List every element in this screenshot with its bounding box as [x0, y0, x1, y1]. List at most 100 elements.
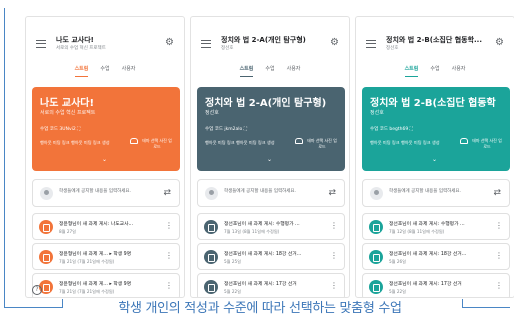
upload-photo-icon[interactable] [295, 138, 303, 144]
banner-subtitle: 서로의 수업 혁신 프로젝트 [40, 110, 96, 116]
upload-photo-icon[interactable] [460, 138, 468, 144]
post-date: 7월 21일 (7월 21일에 수정됨) [59, 259, 115, 264]
tab-stream[interactable]: 스트림 [74, 65, 89, 77]
meet-links[interactable]: 행아웃 미팅 링크 행아웃 미팅 링크 생성 [40, 140, 110, 146]
gear-icon[interactable]: ⚙ [495, 38, 504, 48]
banner-subtitle: 정선호 [205, 110, 219, 116]
banner-subtitle: 정선호 [370, 110, 384, 116]
post-title[interactable]: 정선호님이 새 과제 게시: 수행평가 ... [224, 220, 300, 227]
chevron-down-icon[interactable]: ⌄ [432, 156, 437, 163]
class-banner: 나도 교사다! 서로의 수업 혁신 프로젝트수업 코드 3UNvi2 ⛶ 행아웃 미… [32, 87, 180, 171]
gear-icon[interactable]: ⚙ [330, 38, 339, 48]
assignment-icon [204, 280, 218, 294]
stream-post[interactable]: 정윤형님이 새 과제 게... ▸ 학생 9명 7월 21일 (7월 21일에 수… [32, 243, 180, 270]
meet-links[interactable]: 행아웃 미팅 링크 행아웃 미팅 링크 생성 [370, 140, 440, 146]
hamburger-menu-icon[interactable] [201, 40, 211, 48]
class-banner: 정치와 법 2-A(개인 탐구형) 정선호 수업 코드 jkm2alo ⛶ 행아웃 미… [197, 87, 345, 171]
frame-line-bottom-right [462, 307, 510, 308]
announcement-box[interactable]: 학생들에게 공지할 내용을 입력하세요. ⇄ [197, 179, 345, 207]
class-title: 정치와 법 2-B(소집단 협동학... [386, 36, 482, 44]
stream-post[interactable]: 정선호님이 새 과제 게시: 17강 선거 5월 22일 ⋮ [362, 273, 510, 297]
app-bar: 정치와 법 2-B(소집단 협동학... 정선호 ⚙ [356, 31, 514, 59]
theme-upload-button[interactable]: 테마 선택 사진 업로드 [472, 138, 502, 150]
tab-classwork[interactable]: 수업 [265, 65, 274, 76]
announcement-box[interactable]: 학생들에게 공지할 내용을 입력하세요. ⇄ [362, 179, 510, 207]
avatar [40, 187, 53, 200]
stream-post[interactable]: 정윤형님이 새 과제 게... ▸ 학생 9명 7월 21일 (7월 21일에 수… [32, 273, 180, 297]
class-subtitle: 서로의 수업 혁신 프로젝트 [56, 46, 106, 51]
class-code[interactable]: 수업 코드 jkm2alo ⛶ [205, 126, 247, 132]
banner-title: 나도 교사다! [40, 98, 95, 109]
post-title[interactable]: 정윤형님이 새 과제 게... ▸ 학생 9명 [59, 280, 131, 287]
more-vert-icon[interactable]: ⋮ [495, 222, 503, 230]
banner-title: 정치와 법 2-B(소집단 협동학 [370, 98, 496, 109]
stream-post[interactable]: 정선호님이 새 과제 게시: 18강 선거... 5월 26일 ⋮ [362, 243, 510, 270]
tab-classwork[interactable]: 수업 [100, 65, 109, 76]
help-icon[interactable]: ? [32, 285, 42, 295]
hamburger-menu-icon[interactable] [36, 40, 46, 48]
more-vert-icon[interactable]: ⋮ [330, 252, 338, 260]
post-title[interactable]: 정윤형님이 새 과제 게시: 나도교사... [59, 220, 133, 227]
app-bar: 나도 교사다! 서로의 수업 혁신 프로젝트 ⚙ [26, 31, 184, 59]
avatar [205, 187, 218, 200]
gear-icon[interactable]: ⚙ [165, 38, 174, 48]
stream-post[interactable]: 정윤형님이 새 과제 게시: 나도교사... 8월 27일 ⋮ [32, 213, 180, 240]
class-subtitle: 정선호 [386, 46, 399, 51]
assignment-icon [369, 220, 383, 234]
class-title: 나도 교사다! [56, 36, 94, 44]
repost-icon[interactable]: ⇄ [163, 188, 171, 198]
repost-icon[interactable]: ⇄ [493, 188, 501, 198]
stream-post[interactable]: 정선호님이 새 과제 게시: 18강 선거... 5월 25일 ⋮ [197, 243, 345, 270]
more-vert-icon[interactable]: ⋮ [165, 222, 173, 230]
tab-people[interactable]: 사용자 [287, 65, 301, 76]
tab-classwork[interactable]: 수업 [430, 65, 439, 76]
more-vert-icon[interactable]: ⋮ [495, 252, 503, 260]
announcement-placeholder[interactable]: 학생들에게 공지할 내용을 입력하세요. [59, 188, 151, 195]
theme-upload-button[interactable]: 테마 선택 사진 업로드 [307, 138, 337, 150]
post-title[interactable]: 정윤형님이 새 과제 게... ▸ 학생 9명 [59, 250, 131, 257]
post-date: 8월 27일 [59, 229, 77, 234]
theme-upload-button[interactable]: 테마 선택 사진 업로드 [142, 138, 172, 150]
class-banner: 정치와 법 2-B(소집단 협동학 정선호수업 코드 begth69 ⛶ 행아웃 미… [362, 87, 510, 171]
repost-icon[interactable]: ⇄ [328, 188, 336, 198]
more-vert-icon[interactable]: ⋮ [165, 282, 173, 290]
post-title[interactable]: 정선호님이 새 과제 게시: 17강 선거 [224, 280, 297, 287]
class-subtitle: 정선호 [221, 46, 234, 51]
assignment-icon [39, 220, 53, 234]
more-vert-icon[interactable]: ⋮ [495, 282, 503, 290]
tab-bar: 스트림 수업 사용자 [191, 65, 349, 81]
stream-post[interactable]: 정선호님이 새 과제 게시: 17강 선거 5월 22일 ⋮ [197, 273, 345, 297]
more-vert-icon[interactable]: ⋮ [165, 252, 173, 260]
upload-photo-icon[interactable] [130, 138, 138, 144]
post-title[interactable]: 정선호님이 새 과제 게시: 수행평가 ... [389, 220, 465, 227]
post-title[interactable]: 정선호님이 새 과제 게시: 18강 선거... [224, 250, 301, 257]
post-date: 7월 21일 (7월 21일에 수정됨) [59, 289, 115, 294]
assignment-icon [39, 250, 53, 264]
assignment-icon [204, 220, 218, 234]
post-title[interactable]: 정선호님이 새 과제 게시: 18강 선거... [389, 250, 466, 257]
class-title: 정치와 법 2-A(개인 탐구형) [221, 36, 306, 44]
announcement-box[interactable]: 학생들에게 공지할 내용을 입력하세요. ⇄ [32, 179, 180, 207]
stream-post[interactable]: 정선호님이 새 과제 게시: 수행평가 ... 7월 13일 (8월 11일에 수… [197, 213, 345, 240]
classroom-screen-2a: 정치와 법 2-A(개인 탐구형) 정선호 ⚙ 스트림 수업 사용자 정치와 법 2-A(개… [190, 16, 350, 298]
app-bar: 정치와 법 2-A(개인 탐구형) 정선호 ⚙ [191, 31, 349, 59]
chevron-down-icon[interactable]: ⌄ [102, 156, 107, 163]
tab-bar: 스트림 수업 사용자 [356, 65, 514, 81]
frame-line-left [4, 8, 5, 308]
hamburger-menu-icon[interactable] [366, 40, 376, 48]
chevron-down-icon[interactable]: ⌄ [267, 156, 272, 163]
announcement-placeholder[interactable]: 학생들에게 공지할 내용을 입력하세요. [389, 188, 481, 195]
tab-stream[interactable]: 스트림 [239, 65, 254, 77]
tab-stream[interactable]: 스트림 [404, 65, 419, 77]
stream-post[interactable]: 정선호님이 새 과제 게시: 수행평가 ... 7월 12일 (8월 11일에 수… [362, 213, 510, 240]
class-code[interactable]: 수업 코드 begth69 ⛶ [370, 126, 413, 132]
announcement-placeholder[interactable]: 학생들에게 공지할 내용을 입력하세요. [224, 188, 316, 195]
meet-links[interactable]: 행아웃 미팅 링크 행아웃 미팅 링크 생성 [205, 140, 275, 146]
classroom-screen-teacher: 나도 교사다! 서로의 수업 혁신 프로젝트 ⚙ 스트림 수업 사용자 나도 교사다! 서로의… [25, 16, 185, 298]
tab-people[interactable]: 사용자 [452, 65, 466, 76]
more-vert-icon[interactable]: ⋮ [330, 222, 338, 230]
tab-people[interactable]: 사용자 [122, 65, 136, 76]
class-code[interactable]: 수업 코드 3UNvi2 ⛶ [40, 126, 80, 132]
more-vert-icon[interactable]: ⋮ [330, 282, 338, 290]
post-title[interactable]: 정선호님이 새 과제 게시: 17강 선거 [389, 280, 462, 287]
